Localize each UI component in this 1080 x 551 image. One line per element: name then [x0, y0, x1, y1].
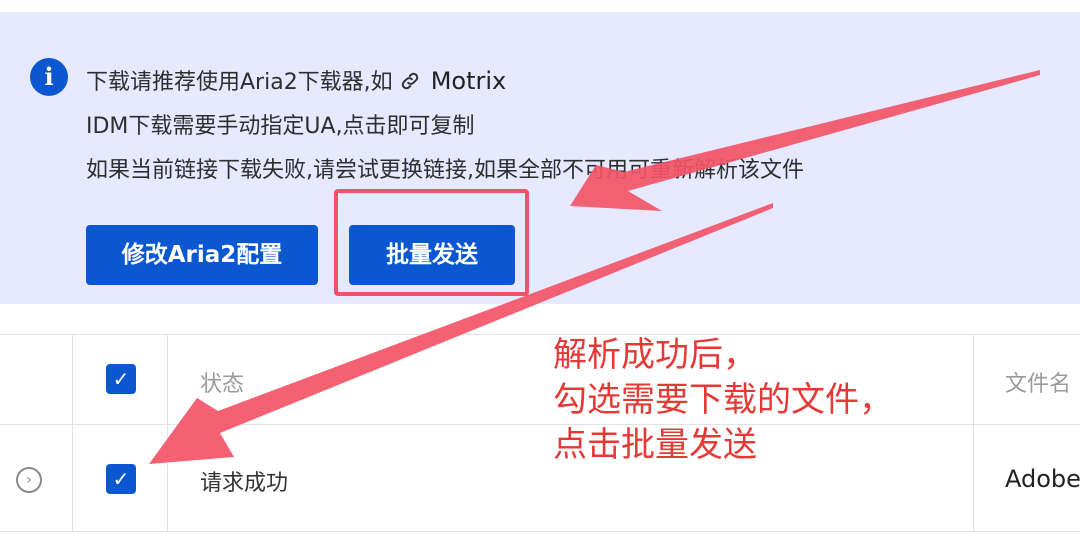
row-filename: Adobe	[1005, 465, 1080, 493]
file-table: ✓ 状态 文件名 › ✓ 请求成功 Adobe	[0, 334, 1080, 551]
table-divider	[0, 531, 1080, 532]
column-divider	[973, 334, 974, 531]
table-divider	[0, 424, 1080, 425]
row-status: 请求成功	[200, 471, 289, 496]
select-all-checkbox[interactable]: ✓	[106, 364, 136, 394]
annotation-line: 勾选需要下载的文件，	[553, 380, 893, 420]
tip-line-retry: 如果当前链接下载失败,请尝试更换链接,如果全部不可用可重新解析该文件	[86, 158, 804, 183]
batch-send-highlight-box	[334, 189, 529, 296]
edit-aria2-config-button[interactable]: 修改Aria2配置	[86, 225, 318, 285]
row-checkbox[interactable]: ✓	[106, 464, 136, 494]
annotation-line: 点击批量发送	[553, 425, 757, 465]
filename-column-header: 文件名	[1005, 372, 1072, 397]
info-icon: i	[30, 58, 68, 96]
column-divider	[72, 334, 73, 531]
tip-line-aria2: 下载请推荐使用Aria2下载器,如 Motrix	[86, 64, 506, 96]
download-tips-alert: i 下载请推荐使用Aria2下载器,如 Motrix IDM下载需要手动指定UA,…	[0, 12, 1080, 304]
link-icon	[399, 70, 425, 95]
column-divider	[167, 334, 168, 531]
motrix-link[interactable]: Motrix	[431, 67, 507, 95]
tip-line-idm[interactable]: IDM下载需要手动指定UA,点击即可复制	[86, 108, 475, 140]
expand-row-icon[interactable]: ›	[16, 467, 42, 493]
table-divider	[0, 334, 1080, 335]
annotation-line: 解析成功后，	[553, 335, 757, 375]
instruction-annotation: 解析成功后， 勾选需要下载的文件， 点击批量发送	[553, 333, 893, 468]
tip-line-aria2-text: 下载请推荐使用Aria2下载器,如	[86, 70, 393, 95]
status-column-header: 状态	[200, 372, 245, 397]
